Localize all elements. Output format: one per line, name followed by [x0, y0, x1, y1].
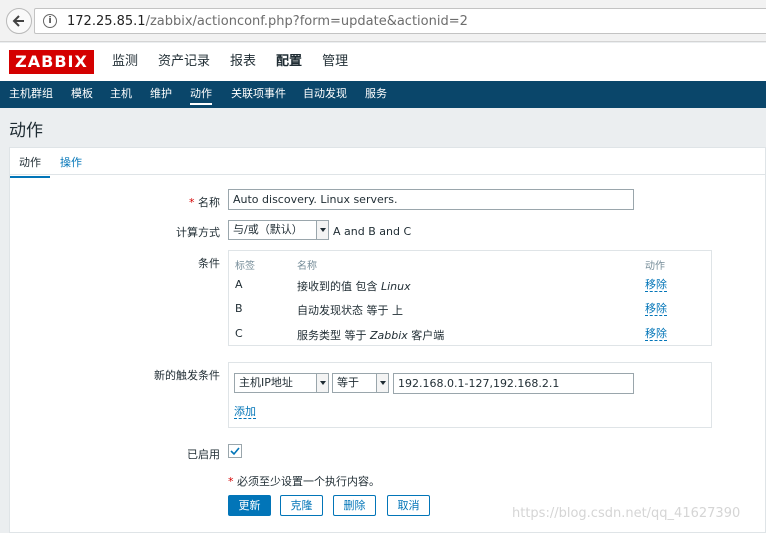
url-text: 172.25.85.1/zabbix/actionconf.php?form=u… [67, 14, 468, 29]
submenu-services[interactable]: 服务 [365, 87, 387, 101]
condition-name-b: 自动发现状态 等于 上 [297, 304, 403, 317]
remove-condition-a-link[interactable]: 移除 [645, 278, 667, 292]
remove-condition-b-link[interactable]: 移除 [645, 302, 667, 316]
watermark: https://blog.csdn.net/qq_41627390 [512, 506, 741, 521]
info-icon[interactable]: i [43, 14, 57, 28]
conditions-table: 标签 名称 动作 A 接收到的值 包含 Linux 移除 B 自动发现状态 等于… [228, 250, 712, 346]
top-navigation: ZABBIX 监测 资产记录 报表 配置 管理 [0, 43, 766, 81]
submenu-templates[interactable]: 模板 [71, 87, 93, 101]
tab-action[interactable]: 动作 [10, 154, 50, 178]
add-condition-link[interactable]: 添加 [234, 405, 256, 419]
new-condition-box: 主机IP地址 等于 192.168.0.1-127,192.168.2.1 添加 [228, 362, 712, 428]
main-menu: 监测 资产记录 报表 配置 管理 [112, 52, 368, 72]
page-title: 动作 [9, 121, 43, 141]
tab-operations[interactable]: 操作 [60, 154, 82, 170]
submenu-hosts[interactable]: 主机 [110, 87, 132, 101]
column-header-action: 动作 [645, 261, 665, 272]
browser-address-bar: i 172.25.85.1/zabbix/actionconf.php?form… [0, 0, 766, 42]
calc-type-select[interactable]: 与/或（默认） [228, 220, 329, 240]
new-condition-label: 新的触发条件 [154, 369, 220, 382]
name-input[interactable]: Auto discovery. Linux servers. [228, 189, 634, 210]
url-field[interactable]: i 172.25.85.1/zabbix/actionconf.php?form… [34, 8, 766, 34]
condition-name-c: 服务类型 等于 Zabbix 客户端 [297, 329, 445, 342]
action-form-panel: 动作 操作 * 名称 Auto discovery. Linux servers… [9, 147, 766, 533]
sub-navigation: 主机群组 模板 主机 维护 动作 关联项事件 自动发现 服务 [0, 81, 766, 108]
delete-button[interactable]: 删除 [333, 495, 376, 516]
condition-name-a: 接收到的值 包含 Linux [297, 280, 411, 293]
chevron-down-icon [316, 374, 328, 392]
menu-inventory[interactable]: 资产记录 [158, 52, 210, 72]
calc-label: 计算方式 [176, 226, 220, 239]
enabled-checkbox[interactable] [228, 444, 242, 458]
enabled-label: 已启用 [187, 448, 220, 461]
menu-configuration[interactable]: 配置 [276, 52, 302, 72]
condition-label-b: B [235, 302, 243, 315]
submenu-host-groups[interactable]: 主机群组 [9, 87, 53, 101]
clone-button[interactable]: 克隆 [280, 495, 323, 516]
menu-administration[interactable]: 管理 [322, 52, 348, 72]
submenu-actions[interactable]: 动作 [190, 87, 212, 105]
conditions-label: 条件 [198, 257, 220, 270]
chevron-down-icon [316, 221, 328, 239]
update-button[interactable]: 更新 [228, 495, 271, 516]
name-label: * 名称 [189, 196, 220, 209]
column-header-name: 名称 [297, 261, 317, 272]
back-arrow-icon [12, 15, 24, 27]
chevron-down-icon [376, 374, 388, 392]
column-header-label: 标签 [235, 261, 255, 272]
condition-type-select[interactable]: 主机IP地址 [234, 373, 329, 393]
tab-bar: 动作 操作 [10, 148, 766, 178]
checkmark-icon [230, 447, 240, 456]
zabbix-logo[interactable]: ZABBIX [9, 50, 94, 74]
cancel-button[interactable]: 取消 [387, 495, 430, 516]
condition-label-c: C [235, 327, 243, 340]
submenu-maintenance[interactable]: 维护 [150, 87, 172, 101]
operation-warning: * 必须至少设置一个执行内容。 [228, 475, 380, 488]
menu-reports[interactable]: 报表 [230, 52, 256, 72]
submenu-discovery[interactable]: 自动发现 [303, 87, 347, 101]
submenu-event-correlation[interactable]: 关联项事件 [231, 87, 286, 101]
condition-operator-select[interactable]: 等于 [332, 373, 389, 393]
remove-condition-c-link[interactable]: 移除 [645, 327, 667, 341]
condition-value-input[interactable]: 192.168.0.1-127,192.168.2.1 [393, 373, 634, 394]
condition-label-a: A [235, 278, 243, 291]
back-button[interactable] [6, 8, 32, 34]
calc-expression: A and B and C [333, 225, 412, 238]
menu-monitoring[interactable]: 监测 [112, 52, 138, 72]
